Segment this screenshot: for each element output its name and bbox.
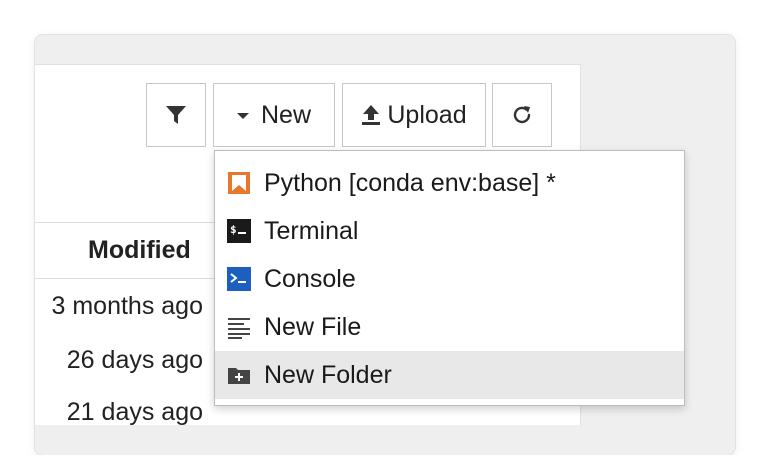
- menu-item-label: Terminal: [264, 216, 359, 245]
- menu-item-label: New File: [264, 312, 362, 341]
- modified-cell: 3 months ago: [51, 292, 204, 320]
- console-icon: [227, 267, 251, 291]
- menu-item-terminal[interactable]: $ Terminal: [215, 207, 684, 255]
- caret-down-icon: [236, 113, 249, 119]
- header-divider-top: [35, 222, 215, 223]
- menu-item-new-file[interactable]: New File: [215, 303, 684, 351]
- header-divider-bottom: [35, 278, 215, 279]
- new-button[interactable]: New: [213, 83, 335, 147]
- menu-item-new-folder[interactable]: New Folder: [215, 351, 684, 399]
- menu-item-console[interactable]: Console: [215, 255, 684, 303]
- menu-item-python-notebook[interactable]: Python [conda env:base] *: [215, 159, 684, 207]
- filter-icon: [166, 106, 186, 124]
- new-dropdown-menu: Python [conda env:base] * $ Terminal Con…: [214, 150, 685, 406]
- terminal-icon: $: [227, 219, 251, 243]
- refresh-button[interactable]: [492, 83, 552, 147]
- menu-item-label: Console: [264, 264, 356, 293]
- modified-cell: 21 days ago: [66, 398, 203, 426]
- python-notebook-icon: [228, 172, 250, 194]
- menu-item-label: Python [conda env:base] *: [264, 168, 556, 197]
- new-button-label: New: [260, 100, 311, 129]
- new-folder-icon: [228, 368, 250, 384]
- upload-button[interactable]: Upload: [342, 83, 486, 147]
- filter-button[interactable]: [146, 83, 206, 147]
- modified-column-header[interactable]: Modified: [88, 236, 191, 265]
- text-file-icon: [228, 318, 250, 339]
- upload-button-label: Upload: [387, 100, 467, 129]
- modified-cell: 26 days ago: [66, 346, 203, 374]
- upload-icon: [362, 105, 381, 125]
- svg-text:$: $: [230, 223, 237, 236]
- menu-item-label: New Folder: [264, 360, 392, 389]
- refresh-icon: [513, 106, 531, 124]
